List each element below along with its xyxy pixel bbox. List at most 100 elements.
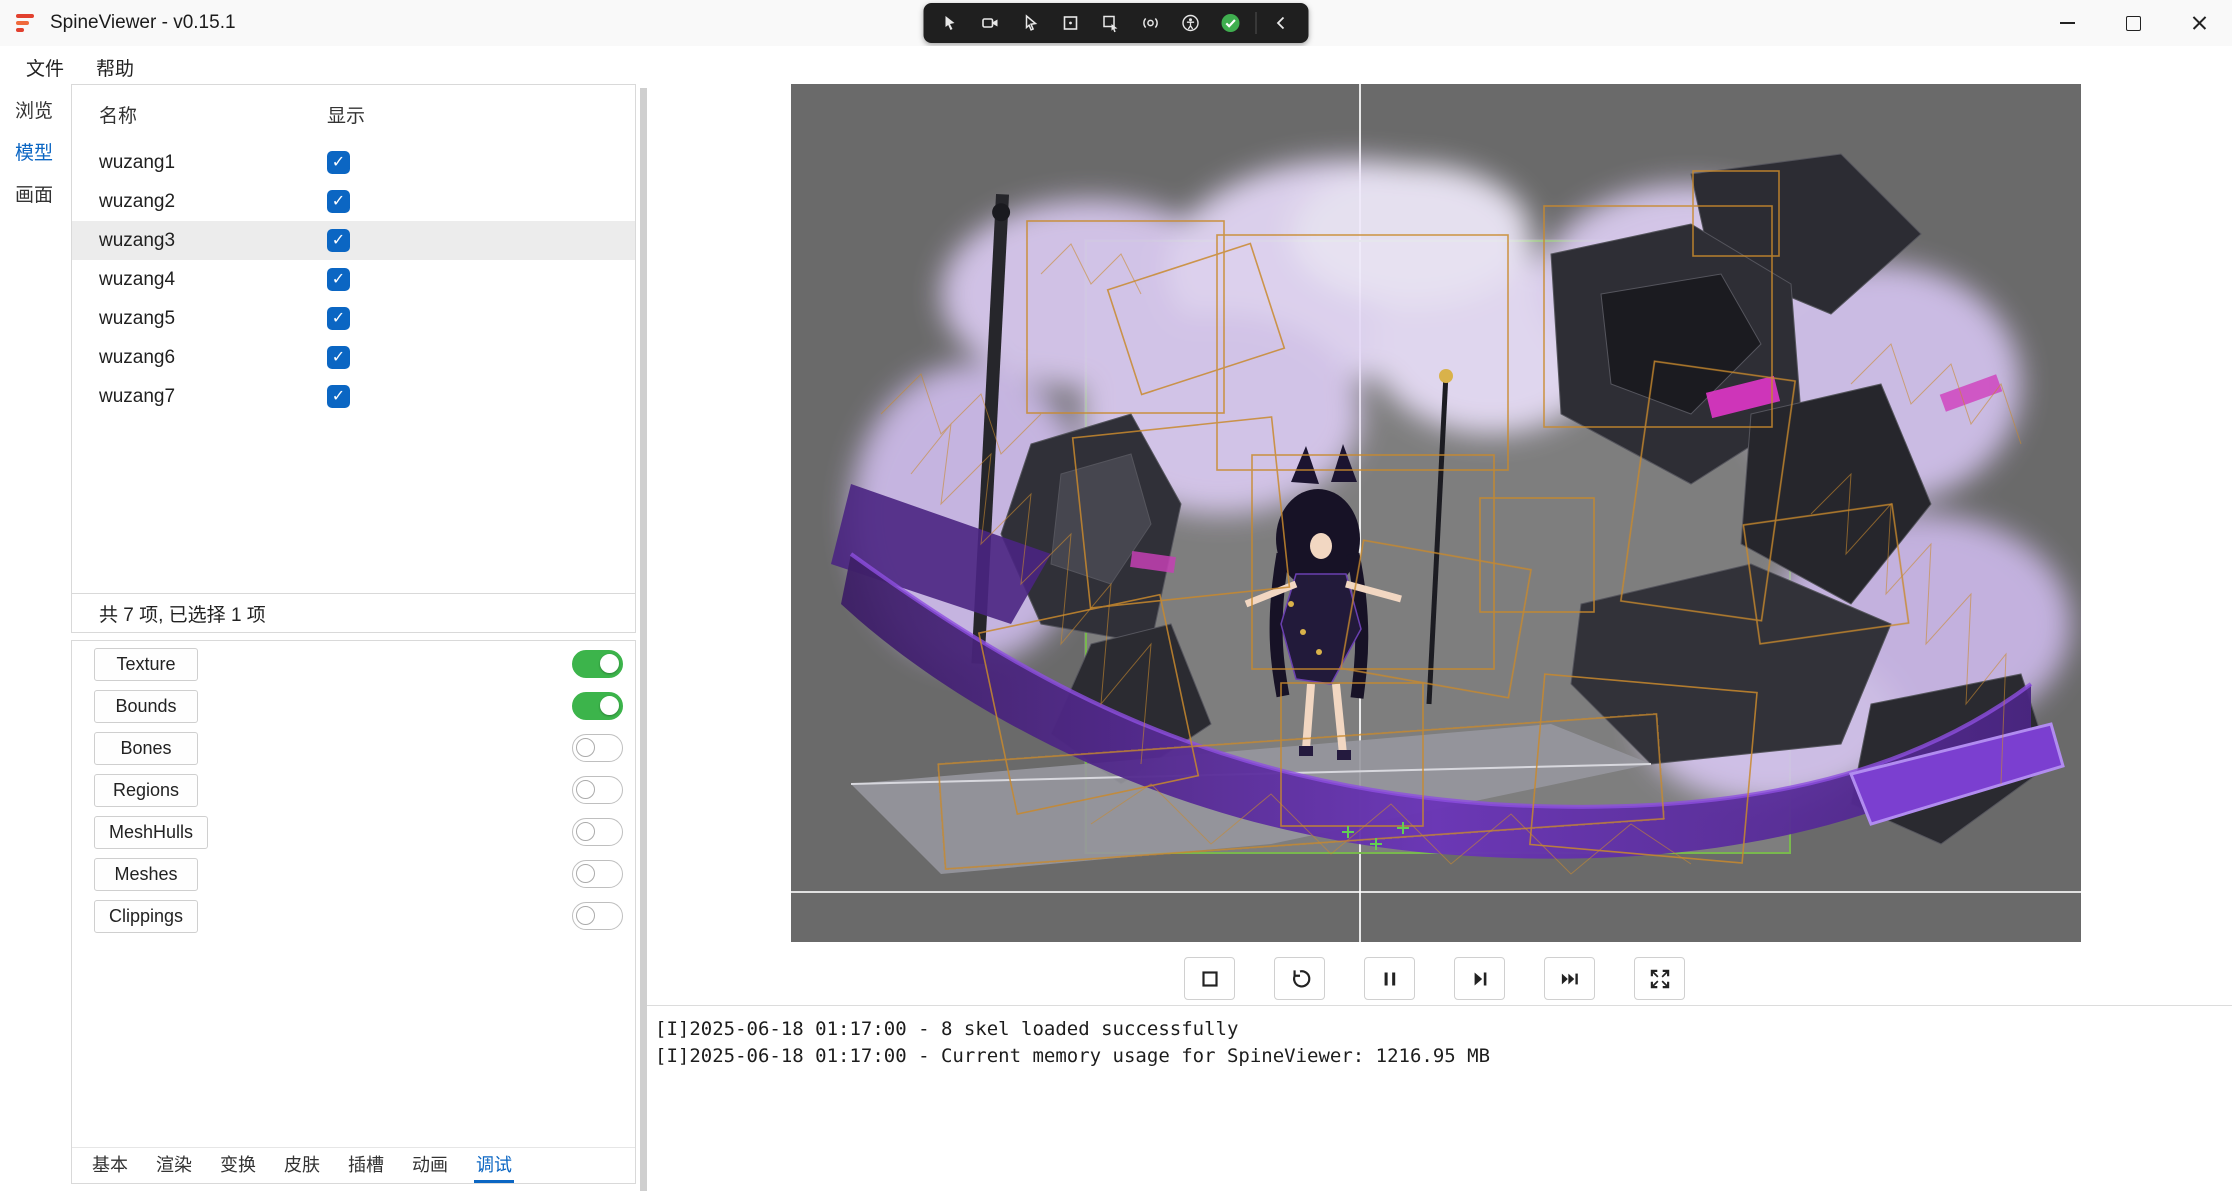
tab-render[interactable]: 渲染 <box>154 1148 194 1183</box>
stop-button[interactable] <box>1184 957 1235 1000</box>
texture-button[interactable]: Texture <box>94 648 198 681</box>
bones-toggle[interactable] <box>572 734 623 762</box>
toggle-knob <box>576 780 595 799</box>
model-name: wuzang4 <box>99 269 327 291</box>
meshhulls-button[interactable]: MeshHulls <box>94 816 208 849</box>
regions-toggle[interactable] <box>572 776 623 804</box>
cursor-settings-icon[interactable] <box>934 7 968 39</box>
bones-button[interactable]: Bones <box>94 732 198 765</box>
reset-button[interactable] <box>1274 957 1325 1000</box>
minimize-button[interactable] <box>2034 0 2100 46</box>
regions-button[interactable]: Regions <box>94 774 198 807</box>
model-name: wuzang1 <box>99 152 327 174</box>
titlebar[interactable]: SpineViewer - v0.15.1 <box>0 0 2232 46</box>
pointer-frame-icon[interactable] <box>1094 7 1128 39</box>
visibility-checkbox[interactable]: ✓ <box>327 229 350 252</box>
bounds-button[interactable]: Bounds <box>94 690 198 723</box>
menu-bar: 文件 帮助 <box>0 46 2232 88</box>
toggle-row: Clippings <box>72 895 635 937</box>
chevron-left-icon[interactable] <box>1265 7 1299 39</box>
check-icon: ✓ <box>332 272 345 288</box>
menu-help[interactable]: 帮助 <box>80 48 150 87</box>
model-name: wuzang2 <box>99 191 327 213</box>
visibility-checkbox[interactable]: ✓ <box>327 346 350 369</box>
table-row[interactable]: wuzang4 ✓ <box>72 260 635 299</box>
playback-controls <box>1184 957 1685 1000</box>
check-icon: ✓ <box>332 155 345 171</box>
nav-rail: 浏览 模型 画面 <box>0 88 68 1191</box>
column-name: 名称 <box>99 101 327 128</box>
pointer-icon[interactable] <box>1014 7 1048 39</box>
maximize-button[interactable] <box>2100 0 2166 46</box>
fit-view-button[interactable] <box>1634 957 1685 1000</box>
check-icon: ✓ <box>332 194 345 210</box>
table-row[interactable]: wuzang5 ✓ <box>72 299 635 338</box>
meshhulls-toggle[interactable] <box>572 818 623 846</box>
accessibility-icon[interactable] <box>1174 7 1208 39</box>
toggle-row: Regions <box>72 769 635 811</box>
broadcast-icon[interactable] <box>1134 7 1168 39</box>
spineviewer-window: SpineViewer - v0.15.1 <box>0 0 2232 1191</box>
log-divider <box>647 1005 2232 1006</box>
visibility-checkbox[interactable]: ✓ <box>327 385 350 408</box>
pause-icon <box>1377 966 1403 992</box>
menu-file[interactable]: 文件 <box>10 48 80 87</box>
app-icon <box>16 12 38 34</box>
tab-transform[interactable]: 变换 <box>218 1148 258 1183</box>
panel-splitter[interactable] <box>640 88 647 1191</box>
table-row[interactable]: wuzang3 ✓ <box>72 221 635 260</box>
viewport-canvas[interactable] <box>791 84 2081 942</box>
pause-button[interactable] <box>1364 957 1415 1000</box>
toggle-row: Bones <box>72 727 635 769</box>
window-title: SpineViewer - v0.15.1 <box>50 12 236 34</box>
check-icon: ✓ <box>332 350 345 366</box>
window-controls <box>2034 0 2232 46</box>
toggle-knob <box>576 906 595 925</box>
stop-icon <box>1197 966 1223 992</box>
skip-forward-button[interactable] <box>1544 957 1595 1000</box>
table-row[interactable]: wuzang7 ✓ <box>72 377 635 416</box>
texture-toggle[interactable] <box>572 650 623 678</box>
clippings-button[interactable]: Clippings <box>94 900 198 933</box>
toggle-row: Meshes <box>72 853 635 895</box>
spine-render <box>791 84 2081 942</box>
tab-animation[interactable]: 动画 <box>410 1148 450 1183</box>
status-check-icon[interactable] <box>1214 7 1248 39</box>
toggle-knob <box>576 822 595 841</box>
check-icon: ✓ <box>332 311 345 327</box>
model-name: wuzang7 <box>99 386 327 408</box>
selection-status: 共 7 项, 已选择 1 项 <box>72 593 635 632</box>
table-row[interactable]: wuzang2 ✓ <box>72 182 635 221</box>
tab-basic[interactable]: 基本 <box>90 1148 130 1183</box>
model-name: wuzang3 <box>99 230 327 252</box>
toggle-knob <box>600 696 619 715</box>
table-row[interactable]: wuzang6 ✓ <box>72 338 635 377</box>
visibility-checkbox[interactable]: ✓ <box>327 268 350 291</box>
check-icon: ✓ <box>332 389 345 405</box>
nav-item-model[interactable]: 模型 <box>0 130 68 172</box>
visibility-checkbox[interactable]: ✓ <box>327 190 350 213</box>
tab-slot[interactable]: 插槽 <box>346 1148 386 1183</box>
table-row[interactable]: wuzang1 ✓ <box>72 143 635 182</box>
record-camera-icon[interactable] <box>974 7 1008 39</box>
reset-icon <box>1287 966 1313 992</box>
tab-debug[interactable]: 调试 <box>474 1148 514 1183</box>
log-line: [I]2025-06-18 01:17:00 - 8 skel loaded s… <box>655 1016 2215 1043</box>
meshes-button[interactable]: Meshes <box>94 858 198 891</box>
close-button[interactable] <box>2166 0 2232 46</box>
tab-skin[interactable]: 皮肤 <box>282 1148 322 1183</box>
nav-item-browse[interactable]: 浏览 <box>0 88 68 130</box>
visibility-checkbox[interactable]: ✓ <box>327 151 350 174</box>
bounds-toggle[interactable] <box>572 692 623 720</box>
toggle-row: Bounds <box>72 685 635 727</box>
log-output: [I]2025-06-18 01:17:00 - 8 skel loaded s… <box>655 1016 2215 1070</box>
clippings-toggle[interactable] <box>572 902 623 930</box>
meshes-toggle[interactable] <box>572 860 623 888</box>
overlay-separator <box>1256 12 1257 34</box>
step-forward-button[interactable] <box>1454 957 1505 1000</box>
region-frame-icon[interactable] <box>1054 7 1088 39</box>
fit-view-icon <box>1647 966 1673 992</box>
nav-item-view[interactable]: 画面 <box>0 172 68 214</box>
toggle-row: Texture <box>72 643 635 685</box>
visibility-checkbox[interactable]: ✓ <box>327 307 350 330</box>
